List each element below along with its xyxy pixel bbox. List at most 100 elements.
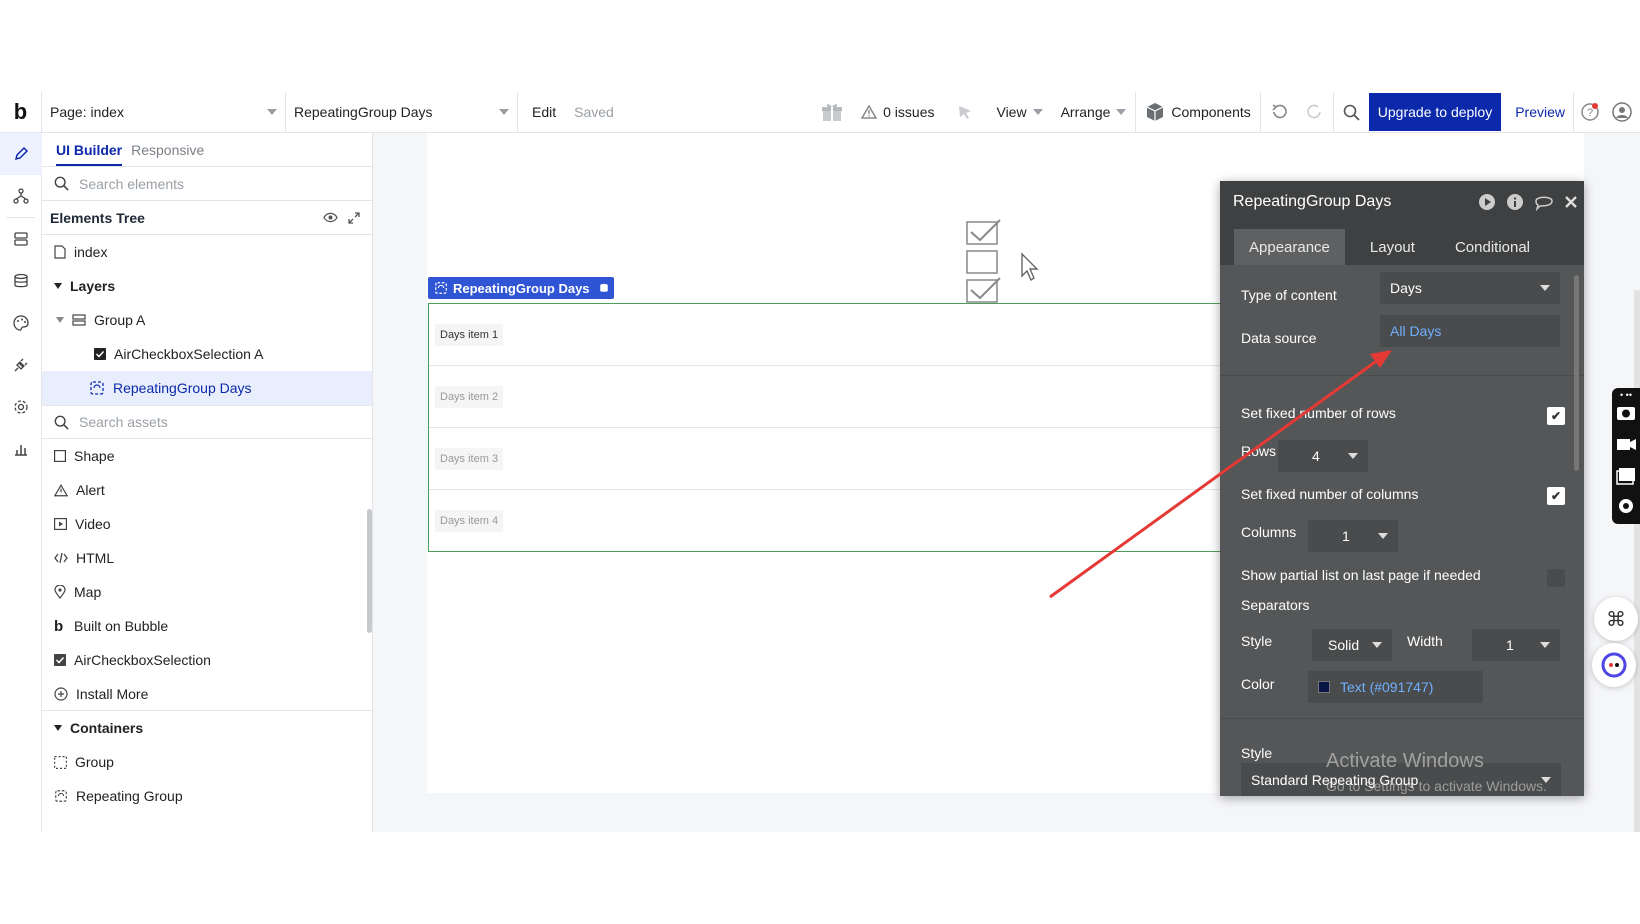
separator-style-select[interactable]: Solid [1312,629,1392,661]
rows-select[interactable]: 4 [1278,440,1368,472]
tree-item-checkbox[interactable]: AirCheckboxSelection A [42,337,372,371]
partial-list-checkbox[interactable] [1547,569,1565,587]
asset-install-more[interactable]: Install More [42,677,372,711]
repeating-group-icon [55,790,67,802]
container-repeating-group[interactable]: Repeating Group [42,779,372,813]
rg-cell[interactable]: Days item 3 [429,428,1221,490]
assistant-button[interactable] [1592,643,1636,687]
comment-icon[interactable] [1534,193,1554,211]
panel-scrollbar[interactable] [367,509,372,633]
dock-handle[interactable]: • •• [1612,390,1640,400]
tree-item-repeating-group[interactable]: RepeatingGroup Days [42,371,372,405]
page-icon [54,245,66,259]
asset-checkbox-selection[interactable]: AirCheckboxSelection [42,643,372,677]
gift-button[interactable] [812,92,852,133]
data-source-badge[interactable] [594,277,614,299]
search-button[interactable] [1332,91,1369,133]
edit-menu[interactable]: Edit [518,92,565,133]
page-dropdown[interactable]: Page: index [42,91,286,133]
palette-icon [13,315,29,331]
editor-scrollbar[interactable] [1574,275,1579,471]
svg-text:?: ? [1587,107,1593,119]
help-button[interactable]: ? [1573,91,1606,133]
bubble-logo[interactable]: b [0,91,42,133]
repeating-group-icon [435,282,447,294]
tree-item-index[interactable]: index [42,235,372,269]
data-tab-button[interactable] [0,218,42,260]
arrange-menu[interactable]: Arrange [1052,92,1136,133]
asset-install-more-label: Install More [76,685,149,702]
asset-built-on-bubble[interactable]: b Built on Bubble [42,609,372,643]
warning-icon [861,105,878,119]
camera-icon[interactable] [1612,400,1640,426]
gear-icon[interactable] [1612,493,1640,519]
tab-ui-builder[interactable]: UI Builder [56,134,123,166]
plugins-tab-button[interactable] [0,344,42,386]
containers-header[interactable]: Containers [42,711,372,745]
design-tab-button[interactable] [0,133,42,175]
fixed-rows-checkbox[interactable]: ✔ [1547,407,1565,425]
tab-appearance[interactable]: Appearance [1234,229,1345,265]
video-camera-icon[interactable] [1612,431,1640,457]
tree-item-group-a[interactable]: Group A [42,303,372,337]
search-icon [54,415,69,430]
page-scrollbar[interactable] [1634,290,1640,832]
rg-style-label: Style [1241,745,1273,761]
play-icon[interactable] [1478,193,1496,211]
close-icon[interactable] [1564,195,1578,209]
asset-shape[interactable]: Shape [42,439,372,473]
window-icon[interactable] [1612,462,1640,488]
asset-map[interactable]: Map [42,575,372,609]
tree-item-layers[interactable]: Layers [42,269,372,303]
separator-width-select[interactable]: 1 [1472,629,1560,661]
chevron-down-icon [1116,109,1127,115]
separator-width-value: 1 [1506,637,1514,653]
preview-button[interactable]: Preview [1507,104,1573,120]
database-tab-button[interactable] [0,260,42,302]
issues-button[interactable]: 0 issues [852,92,943,133]
type-of-content-select[interactable]: Days [1380,272,1560,304]
rg-cell[interactable]: Days item 4 [429,490,1221,552]
upgrade-deploy-button[interactable]: Upgrade to deploy [1368,93,1502,131]
view-label: View [996,104,1027,120]
expand-icon[interactable] [348,211,360,224]
view-menu[interactable]: View [987,92,1051,133]
checkbox-selection-element[interactable] [966,218,1048,309]
tab-layout[interactable]: Layout [1355,229,1430,265]
bar-chart-icon [15,445,27,456]
tab-conditional[interactable]: Conditional [1440,229,1545,265]
search-elements[interactable]: Search elements [42,167,372,201]
element-dropdown[interactable]: RepeatingGroup Days [286,91,518,133]
command-button[interactable]: ⌘ [1594,597,1638,641]
rg-cell[interactable]: Days item 1 [429,304,1221,366]
info-icon[interactable] [1506,193,1524,211]
redo-button[interactable] [1297,92,1333,133]
columns-value: 1 [1342,528,1350,544]
account-button[interactable] [1606,92,1640,133]
components-button[interactable]: Components [1135,91,1259,133]
eye-icon[interactable] [323,212,338,223]
separator-color-field[interactable]: Text (#091747) [1308,671,1483,703]
rg-cell[interactable]: Days item 2 [429,366,1221,428]
cell-text: Days item 3 [435,447,504,470]
asset-alert[interactable]: Alert [42,473,372,507]
search-assets[interactable]: Search assets [42,405,372,439]
group-dashed-icon [54,755,67,769]
settings-tab-button[interactable] [0,386,42,428]
inspect-button[interactable] [943,92,987,133]
data-source-field[interactable]: All Days [1380,315,1560,347]
workflow-tab-button[interactable] [0,175,42,217]
undo-button[interactable] [1259,91,1297,133]
editor-tabs: Appearance Layout Conditional [1220,223,1584,265]
styles-tab-button[interactable] [0,302,42,344]
asset-video[interactable]: Video [42,507,372,541]
tab-responsive[interactable]: Responsive [131,142,204,158]
fixed-columns-checkbox[interactable]: ✔ [1547,487,1565,505]
logs-tab-button[interactable] [0,428,42,470]
asset-html[interactable]: HTML [42,541,372,575]
repeating-group-tag[interactable]: RepeatingGroup Days [428,277,596,299]
repeating-group-element[interactable]: Days item 1 Days item 2 Days item 3 Days… [428,303,1222,552]
container-group[interactable]: Group [42,745,372,779]
left-rail [0,133,42,832]
columns-select[interactable]: 1 [1308,520,1398,552]
